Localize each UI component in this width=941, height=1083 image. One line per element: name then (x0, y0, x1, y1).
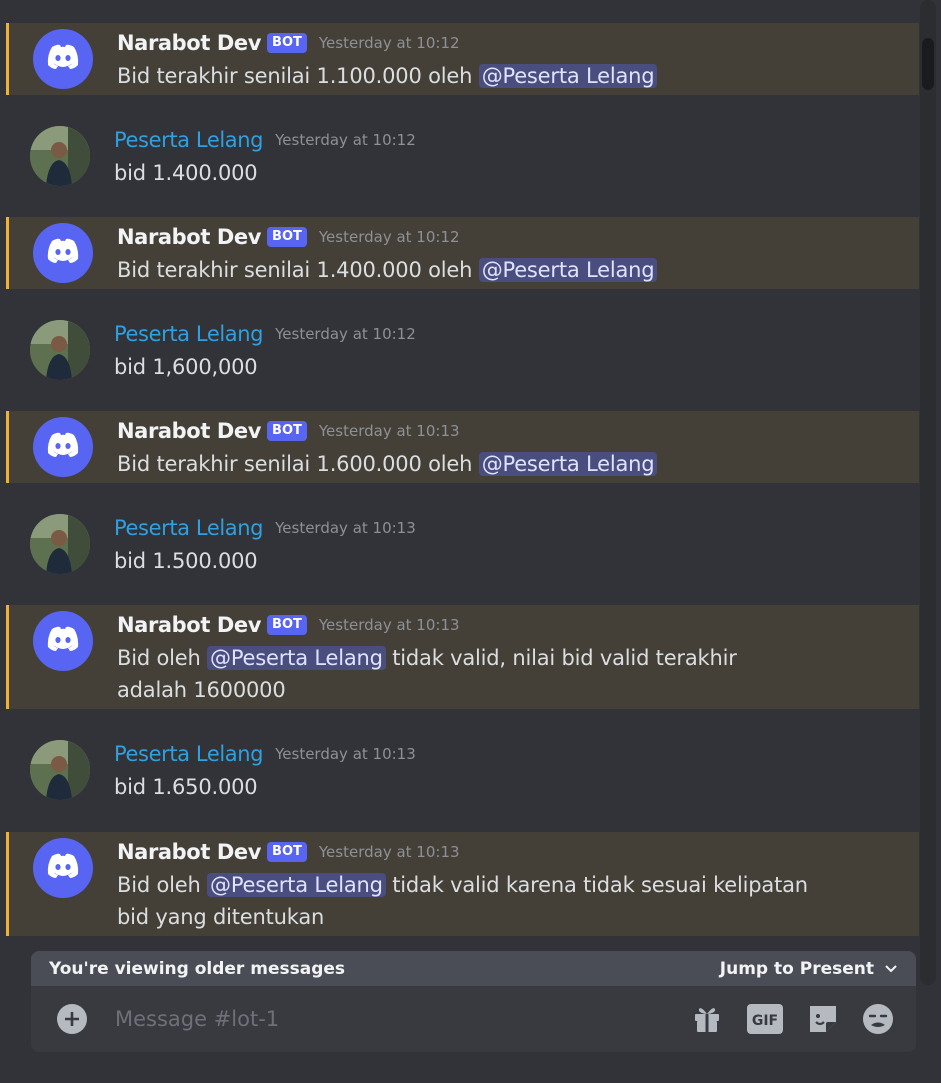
message-composer: GIF (31, 986, 916, 1052)
user-mention[interactable]: @Peserta Lelang (207, 873, 386, 897)
timestamp: Yesterday at 10:12 (318, 34, 460, 52)
message-header: Peserta Lelang Yesterday at 10:12 (114, 319, 416, 349)
gif-icon[interactable]: GIF (747, 1001, 783, 1037)
username[interactable]: Narabot Dev (117, 613, 261, 637)
message-header: Peserta Lelang Yesterday at 10:13 (114, 513, 416, 543)
message-text: bid 1.500.000 (114, 545, 814, 577)
message-text-pre: bid 1,600,000 (114, 355, 258, 379)
sticker-icon[interactable] (805, 1001, 841, 1037)
svg-text:GIF: GIF (752, 1013, 778, 1029)
message-text-pre: Bid terakhir senilai 1.100.000 oleh (117, 64, 479, 88)
plus-icon[interactable] (57, 1004, 87, 1034)
message-text: Bid terakhir senilai 1.400.000 oleh @Pes… (117, 254, 817, 286)
timestamp: Yesterday at 10:13 (318, 616, 460, 634)
timestamp: Yesterday at 10:13 (275, 519, 416, 537)
message-text: Bid oleh @Peserta Lelang tidak valid, ni… (117, 642, 807, 706)
message-text-pre: Bid terakhir senilai 1.400.000 oleh (117, 258, 479, 282)
username[interactable]: Peserta Lelang (114, 516, 264, 540)
timestamp: Yesterday at 10:12 (275, 131, 416, 149)
message-input[interactable] (115, 1004, 655, 1034)
message-item: Narabot Dev BOT Yesterday at 10:12 Bid t… (6, 217, 919, 289)
username[interactable]: Narabot Dev (117, 419, 261, 443)
message-list: Narabot Dev BOT Yesterday at 10:12 Bid t… (0, 0, 919, 1083)
username[interactable]: Narabot Dev (117, 225, 261, 249)
username[interactable]: Narabot Dev (117, 840, 261, 864)
bot-avatar[interactable] (33, 417, 93, 477)
message-header: Peserta Lelang Yesterday at 10:13 (114, 739, 416, 769)
bot-tag: BOT (267, 227, 307, 247)
message-header: Narabot Dev BOT Yesterday at 10:13 (117, 416, 460, 446)
message-text: Bid oleh @Peserta Lelang tidak valid kar… (117, 869, 837, 933)
discord-logo-icon (45, 43, 81, 75)
username[interactable]: Narabot Dev (117, 31, 261, 55)
user-mention[interactable]: @Peserta Lelang (207, 646, 386, 670)
user-mention[interactable]: @Peserta Lelang (478, 452, 658, 476)
message-item: Narabot Dev BOT Yesterday at 10:13 Bid t… (6, 411, 919, 483)
discord-logo-icon (45, 852, 81, 884)
message-header: Narabot Dev BOT Yesterday at 10:12 (117, 222, 460, 252)
message-item: Peserta Lelang Yesterday at 10:13 bid 1.… (6, 734, 916, 806)
message-text-pre: Bid oleh (117, 873, 208, 897)
message-header: Narabot Dev BOT Yesterday at 10:13 (117, 837, 460, 867)
timestamp: Yesterday at 10:13 (318, 843, 460, 861)
message-text: bid 1.400.000 (114, 157, 814, 189)
jump-to-present-button[interactable]: Jump to Present (720, 959, 898, 979)
emoji-icon[interactable] (860, 1001, 896, 1037)
message-text: bid 1.650.000 (114, 771, 814, 803)
scrollbar-thumb[interactable] (922, 38, 934, 90)
user-avatar[interactable] (30, 514, 90, 574)
user-avatar[interactable] (30, 320, 90, 380)
message-item: Peserta Lelang Yesterday at 10:13 bid 1.… (6, 508, 916, 580)
gift-icon[interactable] (689, 1001, 725, 1037)
username[interactable]: Peserta Lelang (114, 128, 264, 152)
message-item: Narabot Dev BOT Yesterday at 10:13 Bid o… (6, 605, 919, 709)
discord-logo-icon (45, 431, 81, 463)
bot-avatar[interactable] (33, 29, 93, 89)
bot-tag: BOT (267, 421, 307, 441)
message-header: Peserta Lelang Yesterday at 10:12 (114, 125, 416, 155)
message-text-pre: bid 1.500.000 (114, 549, 258, 573)
user-avatar[interactable] (30, 740, 90, 800)
message-text-pre: Bid oleh (117, 646, 208, 670)
timestamp: Yesterday at 10:12 (318, 228, 460, 246)
jump-to-present-label: Jump to Present (719, 959, 874, 979)
discord-logo-icon (45, 237, 81, 269)
older-messages-bar: You're viewing older messages Jump to Pr… (31, 951, 916, 991)
discord-logo-icon (45, 625, 81, 657)
chevron-down-icon (884, 959, 898, 979)
timestamp: Yesterday at 10:12 (275, 325, 416, 343)
message-text: Bid terakhir senilai 1.600.000 oleh @Pes… (117, 448, 817, 480)
older-messages-text: You're viewing older messages (49, 959, 346, 979)
bot-avatar[interactable] (33, 611, 93, 671)
message-text: bid 1,600,000 (114, 351, 814, 383)
message-text: Bid terakhir senilai 1.100.000 oleh @Pes… (117, 60, 817, 92)
bot-tag: BOT (267, 842, 307, 862)
message-item: Narabot Dev BOT Yesterday at 10:13 Bid o… (6, 832, 919, 936)
bot-avatar[interactable] (33, 223, 93, 283)
username[interactable]: Peserta Lelang (114, 742, 264, 766)
message-item: Peserta Lelang Yesterday at 10:12 bid 1.… (6, 120, 916, 192)
timestamp: Yesterday at 10:13 (275, 745, 416, 763)
user-mention[interactable]: @Peserta Lelang (478, 258, 658, 282)
message-item: Peserta Lelang Yesterday at 10:12 bid 1,… (6, 314, 916, 386)
message-text-pre: Bid terakhir senilai 1.600.000 oleh (117, 452, 479, 476)
username[interactable]: Peserta Lelang (114, 322, 264, 346)
bot-tag: BOT (267, 615, 307, 635)
message-header: Narabot Dev BOT Yesterday at 10:13 (117, 610, 460, 640)
message-text-pre: bid 1.400.000 (114, 161, 258, 185)
user-mention[interactable]: @Peserta Lelang (478, 64, 658, 88)
bot-avatar[interactable] (33, 838, 93, 898)
message-text-pre: bid 1.650.000 (114, 775, 258, 799)
user-avatar[interactable] (30, 126, 90, 186)
bot-tag: BOT (267, 33, 307, 53)
timestamp: Yesterday at 10:13 (318, 422, 460, 440)
scrollbar-track[interactable] (920, 0, 936, 985)
message-header: Narabot Dev BOT Yesterday at 10:12 (117, 28, 460, 58)
message-item: Narabot Dev BOT Yesterday at 10:12 Bid t… (6, 23, 919, 95)
